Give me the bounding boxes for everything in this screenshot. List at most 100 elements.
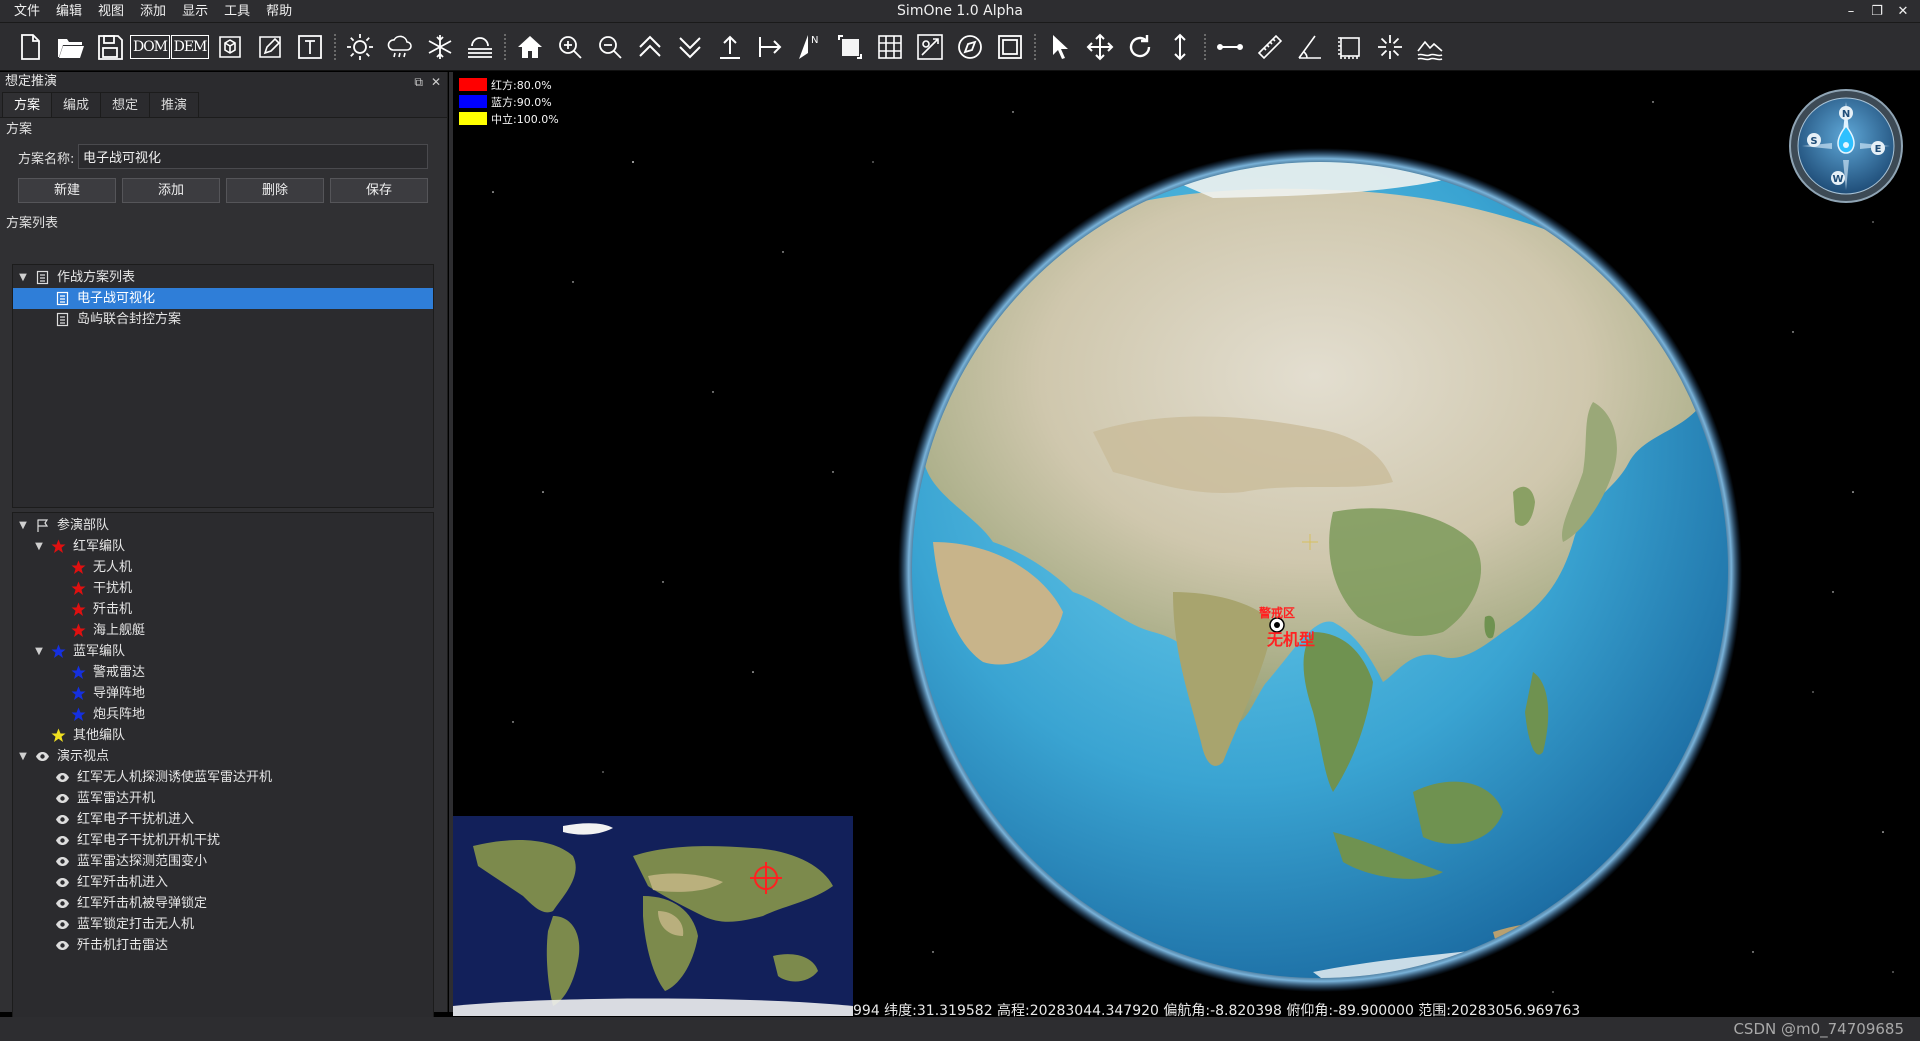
view-item[interactable]: 蓝军雷达探测范围变小 (13, 851, 433, 872)
menu-tools[interactable]: 工具 (216, 0, 258, 23)
open-folder-icon[interactable] (50, 26, 90, 68)
scenario-panel: 想定推演 ⧉ ✕ 方案 编成 想定 推演 方案 方案名称: 新建 添加 删除 保… (0, 72, 448, 1041)
view-item[interactable]: 红军电子干扰机开机干扰 (13, 830, 433, 851)
scheme-item-ew[interactable]: 电子战可视化 (13, 288, 433, 309)
zoom-in-icon[interactable] (550, 26, 590, 68)
burst-icon[interactable] (1370, 26, 1410, 68)
tree-root-views[interactable]: ▼ 演示视点 (13, 746, 433, 767)
blue-star-icon (71, 665, 86, 679)
pointer-icon[interactable] (1040, 26, 1080, 68)
compass-icon[interactable] (950, 26, 990, 68)
blue-unit-row[interactable]: 炮兵阵地 (13, 704, 433, 725)
globe-viewport[interactable]: 警戒区 无机型 红方:80.0% 蓝方:90.0% 中立:100.0% N E … (453, 72, 1920, 1017)
minimize-button[interactable]: – (1838, 0, 1864, 23)
tree-root-schemes[interactable]: ▼ 作战方案列表 (13, 267, 433, 288)
view-item[interactable]: 红军歼击机进入 (13, 872, 433, 893)
view-item[interactable]: 红军无人机探测诱使蓝军雷达开机 (13, 767, 433, 788)
square-icon[interactable] (990, 26, 1030, 68)
red-group-row[interactable]: ▼ 红军编队 (13, 536, 433, 557)
dom-icon[interactable]: DOM (129, 26, 171, 68)
menu-help[interactable]: 帮助 (258, 0, 300, 23)
restore-button[interactable]: ❐ (1864, 0, 1890, 23)
scheme-item-island[interactable]: 岛屿联合封控方案 (13, 309, 433, 330)
text-icon[interactable] (290, 26, 330, 68)
vertical-move-icon[interactable] (1160, 26, 1200, 68)
dem-label: DEM (170, 34, 210, 59)
blue-group-row[interactable]: ▼ 蓝军编队 (13, 641, 433, 662)
new-scheme-button[interactable]: 新建 (18, 178, 116, 203)
expand-arrow-icon[interactable]: ▼ (17, 515, 29, 536)
menu-add[interactable]: 添加 (132, 0, 174, 23)
blue-unit-row[interactable]: 导弹阵地 (13, 683, 433, 704)
ruler-icon[interactable] (1250, 26, 1290, 68)
world-minimap[interactable] (453, 816, 853, 1016)
terrain-icon[interactable] (1410, 26, 1450, 68)
add-scheme-button[interactable]: 添加 (122, 178, 220, 203)
tree-root-forces[interactable]: ▼ 参演部队 (13, 515, 433, 536)
close-window-button[interactable]: ✕ (1890, 0, 1916, 23)
dem-icon[interactable]: DEM (170, 26, 210, 68)
north-icon[interactable]: N (790, 26, 830, 68)
menu-bar: 文件 编辑 视图 添加 显示 工具 帮助 (6, 0, 300, 23)
expand-arrow-icon[interactable]: ▼ (17, 267, 29, 288)
cube-icon[interactable] (210, 26, 250, 68)
map-edit-icon[interactable] (910, 26, 950, 68)
sun-icon[interactable] (340, 26, 380, 68)
view-item[interactable]: 红军电子干扰机进入 (13, 809, 433, 830)
red-unit-row[interactable]: 歼击机 (13, 599, 433, 620)
scheme-name-input[interactable] (78, 144, 428, 169)
view-item[interactable]: 红军歼击机被导弹锁定 (13, 893, 433, 914)
fog-icon[interactable] (460, 26, 500, 68)
arrow-right-icon[interactable] (750, 26, 790, 68)
float-panel-icon[interactable]: ⧉ (414, 72, 423, 92)
edit-icon[interactable] (250, 26, 290, 68)
view-item[interactable]: 蓝军锁定打击无人机 (13, 914, 433, 935)
delete-scheme-button[interactable]: 删除 (226, 178, 324, 203)
home-icon[interactable] (510, 26, 550, 68)
line-measure-icon[interactable] (1210, 26, 1250, 68)
move-icon[interactable] (1080, 26, 1120, 68)
expand-arrow-icon[interactable]: ▼ (17, 746, 29, 767)
rotate-icon[interactable] (1120, 26, 1160, 68)
menu-display[interactable]: 显示 (174, 0, 216, 23)
document-icon (56, 312, 69, 327)
close-panel-icon[interactable]: ✕ (431, 72, 441, 92)
tree-label: 其他编队 (73, 728, 126, 743)
grid-icon[interactable] (870, 26, 910, 68)
menu-view[interactable]: 视图 (90, 0, 132, 23)
rain-icon[interactable] (380, 26, 420, 68)
area-icon[interactable] (1330, 26, 1370, 68)
other-group-row[interactable]: 其他编队 (13, 725, 433, 746)
tab-scenario[interactable]: 想定 (100, 92, 150, 117)
compass-e-label: E (1875, 144, 1882, 155)
tree-label: 红军电子干扰机进入 (77, 812, 195, 827)
menu-edit[interactable]: 编辑 (48, 0, 90, 23)
view-item[interactable]: 歼击机打击雷达 (13, 935, 433, 956)
frame-icon[interactable] (830, 26, 870, 68)
snow-icon[interactable] (420, 26, 460, 68)
eye-icon (56, 920, 69, 929)
upload-icon[interactable] (710, 26, 750, 68)
save-scheme-button[interactable]: 保存 (330, 178, 428, 203)
view-item[interactable]: 蓝军雷达开机 (13, 788, 433, 809)
down-icon[interactable] (670, 26, 710, 68)
compass-widget[interactable]: N E S W (1788, 88, 1904, 204)
tab-deduction[interactable]: 推演 (149, 92, 199, 117)
tab-formation[interactable]: 编成 (51, 92, 101, 117)
red-unit-row[interactable]: 海上舰艇 (13, 620, 433, 641)
zoom-out-icon[interactable] (590, 26, 630, 68)
menu-file[interactable]: 文件 (6, 0, 48, 23)
red-unit-row[interactable]: 干扰机 (13, 578, 433, 599)
expand-arrow-icon[interactable]: ▼ (33, 641, 45, 662)
svg-text:N: N (811, 35, 818, 46)
blue-unit-row[interactable]: 警戒雷达 (13, 662, 433, 683)
save-icon[interactable] (90, 26, 130, 68)
angle-icon[interactable] (1290, 26, 1330, 68)
new-file-icon[interactable] (10, 26, 50, 68)
legend-row-neutral: 中立:100.0% (459, 110, 559, 127)
up-icon[interactable] (630, 26, 670, 68)
red-unit-row[interactable]: 无人机 (13, 557, 433, 578)
legend-row-red: 红方:80.0% (459, 76, 559, 93)
expand-arrow-icon[interactable]: ▼ (33, 536, 45, 557)
tab-scheme[interactable]: 方案 (2, 92, 52, 117)
